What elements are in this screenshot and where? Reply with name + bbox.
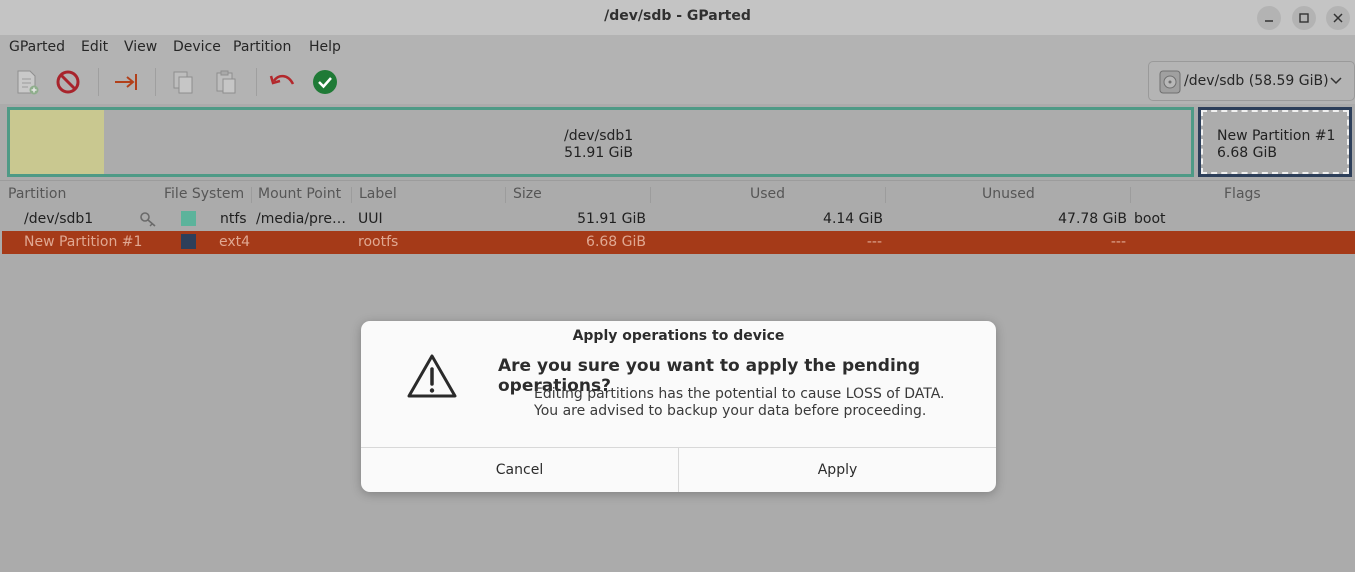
toolbar-separator (256, 68, 257, 96)
maximize-button[interactable] (1292, 6, 1316, 30)
apply-confirm-button[interactable]: Apply (679, 448, 996, 492)
table-row[interactable]: /dev/sdb1 ntfs /media/pre… UUI 51.91 GiB… (0, 208, 1355, 231)
table-row-selected[interactable]: New Partition #1 ext4 rootfs 6.68 GiB --… (2, 231, 1355, 254)
menu-view[interactable]: View (124, 39, 157, 55)
menu-edit[interactable]: Edit (81, 39, 108, 55)
undo-icon (269, 74, 295, 85)
copy-button[interactable] (169, 68, 197, 96)
close-icon (1333, 13, 1343, 23)
paste-button[interactable] (212, 68, 240, 96)
menu-device[interactable]: Device (173, 39, 221, 55)
cell-partition: /dev/sdb1 (24, 211, 94, 227)
disk-map: /dev/sdb1 51.91 GiB New Partition #1 6.6… (0, 104, 1355, 181)
toolbar: /dev/sdb (58.59 GiB) (0, 60, 1355, 104)
disk-map-partition-sdb1[interactable]: /dev/sdb1 51.91 GiB (7, 107, 1194, 177)
cell-mount-point: /media/pre… (256, 211, 346, 227)
cell-unused: --- (1110, 234, 1126, 250)
device-selector-label: /dev/sdb (58.59 GiB) (1184, 73, 1329, 89)
cell-unused: 47.78 GiB (1058, 211, 1127, 227)
menu-bar: GParted Edit View Device Partition Help (0, 35, 1355, 60)
column-header-label[interactable]: Label (359, 186, 397, 202)
title-bar: /dev/sdb - GParted (0, 0, 1355, 35)
minimize-button[interactable] (1257, 6, 1281, 30)
apply-icon (313, 70, 337, 94)
close-button[interactable] (1326, 6, 1350, 30)
copy-icon (173, 71, 193, 94)
apply-operations-dialog: Apply operations to device Are you sure … (361, 321, 996, 492)
disk-icon (1159, 70, 1181, 94)
column-header-mount-point[interactable]: Mount Point (258, 186, 341, 202)
column-separator (885, 187, 886, 203)
menu-gparted[interactable]: GParted (9, 39, 65, 55)
undo-button[interactable] (268, 68, 296, 96)
column-header-unused[interactable]: Unused (982, 186, 1035, 202)
used-space-bar (10, 110, 104, 174)
resize-move-button[interactable] (112, 68, 140, 96)
window-title: /dev/sdb - GParted (604, 8, 751, 24)
warning-icon (407, 354, 457, 398)
apply-button[interactable] (311, 68, 339, 96)
cell-filesystem: ntfs (220, 211, 247, 227)
menu-help[interactable]: Help (309, 39, 341, 55)
cell-filesystem: ext4 (219, 234, 251, 250)
delete-partition-button[interactable] (54, 68, 82, 96)
cell-partition: New Partition #1 (24, 234, 143, 250)
new-partition-icon (17, 70, 39, 95)
cell-used: 4.14 GiB (823, 211, 883, 227)
cell-label: UUI (358, 211, 383, 227)
delete-icon (56, 70, 80, 94)
cell-size: 51.91 GiB (577, 211, 646, 227)
cell-size: 6.68 GiB (586, 234, 646, 250)
disk-map-partition-new[interactable]: New Partition #1 6.68 GiB (1198, 107, 1352, 177)
cell-label: rootfs (358, 234, 399, 250)
dialog-title: Apply operations to device (572, 328, 785, 344)
partition-size: 6.68 GiB (1217, 145, 1277, 161)
disk-map-label: New Partition #1 6.68 GiB (1217, 128, 1335, 162)
minimize-icon (1265, 20, 1273, 22)
partition-size: 51.91 GiB (564, 145, 634, 161)
column-separator (251, 187, 252, 203)
filesystem-color-swatch (181, 234, 196, 249)
key-icon (140, 212, 156, 227)
column-header-size[interactable]: Size (513, 186, 542, 202)
dialog-button-row: Cancel Apply (361, 447, 996, 492)
column-separator (1130, 187, 1131, 203)
device-selector[interactable]: /dev/sdb (58.59 GiB) (1148, 61, 1355, 101)
column-separator (505, 187, 506, 203)
partition-name: New Partition #1 (1217, 128, 1336, 144)
maximize-icon (1299, 13, 1309, 23)
cancel-button[interactable]: Cancel (361, 448, 679, 492)
column-header-used[interactable]: Used (750, 186, 785, 202)
toolbar-separator (98, 68, 99, 96)
column-header-partition[interactable]: Partition (8, 186, 66, 202)
column-separator (351, 187, 352, 203)
resize-move-icon (115, 74, 137, 90)
disk-map-label: /dev/sdb1 51.91 GiB (564, 128, 633, 162)
column-header-flags[interactable]: Flags (1224, 186, 1261, 202)
cell-flags: boot (1134, 211, 1166, 227)
dialog-secondary-line: Editing partitions has the potential to … (534, 386, 945, 402)
partition-table-header: Partition File System Mount Point Label … (0, 183, 1355, 207)
column-separator (650, 187, 651, 203)
paste-icon (216, 70, 236, 94)
menu-partition[interactable]: Partition (233, 39, 291, 55)
column-header-filesystem[interactable]: File System (164, 186, 244, 202)
dialog-secondary-line: You are advised to backup your data befo… (534, 403, 927, 419)
cell-used: --- (866, 234, 882, 250)
filesystem-color-swatch (181, 211, 196, 226)
chevron-down-icon (1330, 77, 1342, 85)
toolbar-separator (155, 68, 156, 96)
new-partition-button[interactable] (13, 68, 41, 96)
dialog-secondary-text: Editing partitions has the potential to … (534, 386, 945, 420)
partition-name: /dev/sdb1 (564, 128, 634, 144)
